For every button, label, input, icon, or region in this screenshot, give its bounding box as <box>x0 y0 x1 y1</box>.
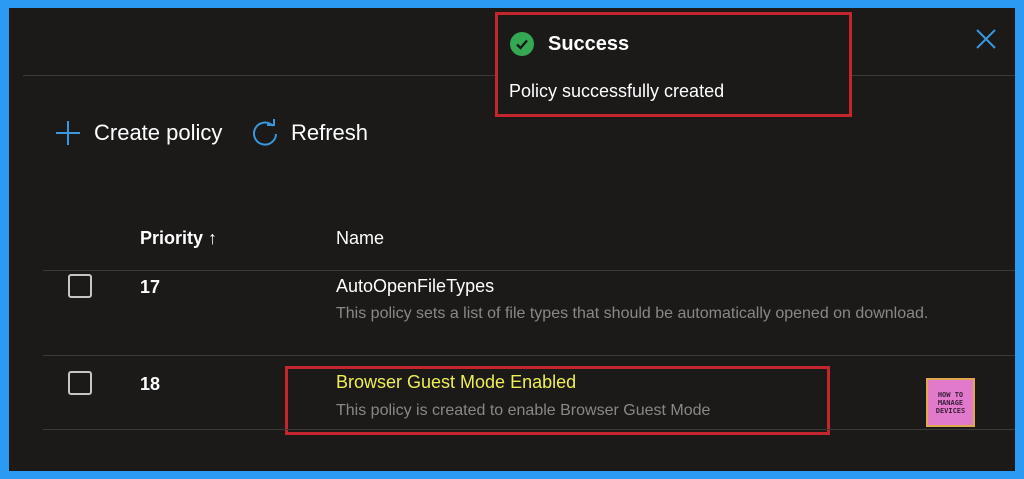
refresh-label: Refresh <box>291 120 369 145</box>
refresh-button[interactable]: Refresh <box>251 116 368 150</box>
app-frame: Success Policy successfully created Crea… <box>9 8 1015 471</box>
check-circle-icon <box>510 32 534 56</box>
create-policy-button[interactable]: Create policy <box>54 116 222 150</box>
column-header-priority[interactable]: Priority ↑ <box>140 228 217 249</box>
row-description: This policy sets a list of file types th… <box>336 305 929 322</box>
row-priority: 17 <box>140 277 161 297</box>
toast-message: Policy successfully created <box>509 81 725 101</box>
plus-icon <box>54 119 82 147</box>
close-icon[interactable] <box>973 26 999 52</box>
create-policy-label: Create policy <box>94 120 223 145</box>
success-toast: Success Policy successfully created <box>495 12 852 117</box>
how-to-manage-devices-logo: HOW TO MANAGE DEVICES <box>926 378 975 427</box>
highlight-callout <box>285 366 830 435</box>
row-name[interactable]: AutoOpenFileTypes <box>336 276 494 297</box>
header-row-divider <box>43 270 1015 271</box>
row-priority: 18 <box>140 374 161 394</box>
row-divider <box>43 429 1015 430</box>
row-divider <box>43 355 1015 356</box>
row-checkbox[interactable] <box>68 274 92 298</box>
toast-title: Success <box>548 33 630 55</box>
refresh-icon <box>251 119 279 147</box>
column-header-name[interactable]: Name <box>336 228 384 249</box>
row-checkbox[interactable] <box>68 371 92 395</box>
